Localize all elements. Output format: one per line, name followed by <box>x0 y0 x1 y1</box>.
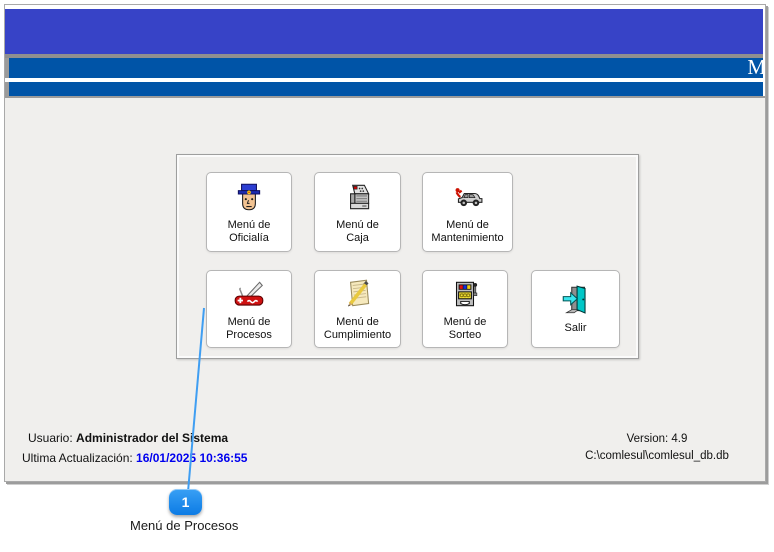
menu-cumplimiento-label: Menú de Cumplimiento <box>324 316 391 342</box>
status-user: Usuario: Administrador del Sistema <box>28 431 228 445</box>
menu-sorteo-button[interactable]: Menú de Sorteo <box>422 270 508 348</box>
swiss-knife-icon <box>232 277 266 313</box>
marquee-bar: M <box>5 58 763 78</box>
menu-sorteo-label: Menú de Sorteo <box>444 316 487 342</box>
main-content: Menú de Oficialía Me <box>5 96 765 481</box>
police-officer-icon <box>232 180 266 216</box>
header-strip <box>5 82 763 96</box>
menu-oficialia-label: Menú de Oficialía <box>228 219 271 245</box>
exit-door-icon <box>559 283 593 319</box>
user-value: Administrador del Sistema <box>76 431 228 445</box>
title-bar <box>5 9 763 54</box>
menu-cumplimiento-button[interactable]: Menú de Cumplimiento <box>314 270 401 348</box>
callout-badge-1: 1 <box>169 489 202 515</box>
version-line: Version: 4.9 <box>557 431 757 448</box>
slot-machine-icon <box>448 277 482 313</box>
notepad-pencil-icon <box>341 277 375 313</box>
menu-mantenimiento-button[interactable]: Menú de Mantenimiento <box>422 172 513 252</box>
menu-oficialia-button[interactable]: Menú de Oficialía <box>206 172 292 252</box>
update-label: Ultima Actualización: <box>22 451 136 465</box>
salir-button[interactable]: Salir <box>531 270 620 348</box>
callout-badge-number: 1 <box>182 494 190 510</box>
app-window: M <box>4 4 766 482</box>
menu-procesos-button[interactable]: Menú de Procesos <box>206 270 292 348</box>
update-value: 16/01/2025 10:36:55 <box>136 451 247 465</box>
menu-mantenimiento-label: Menú de Mantenimiento <box>431 219 503 245</box>
menu-procesos-label: Menú de Procesos <box>226 316 272 342</box>
status-update: Ultima Actualización: 16/01/2025 10:36:5… <box>22 451 247 465</box>
salir-label: Salir <box>564 322 586 335</box>
callout-label: Menú de Procesos <box>130 518 238 533</box>
menu-caja-button[interactable]: Menú de Caja <box>314 172 401 252</box>
db-path: C:\comlesul\comlesul_db.db <box>557 448 757 465</box>
screenshot-stage: M <box>0 0 774 552</box>
marquee-text: M <box>747 58 763 78</box>
cash-register-icon <box>341 180 375 216</box>
version-box: Version: 4.9 C:\comlesul\comlesul_db.db <box>557 431 757 465</box>
car-repair-icon <box>451 180 485 216</box>
user-label: Usuario: <box>28 431 76 445</box>
menu-caja-label: Menú de Caja <box>336 219 379 245</box>
